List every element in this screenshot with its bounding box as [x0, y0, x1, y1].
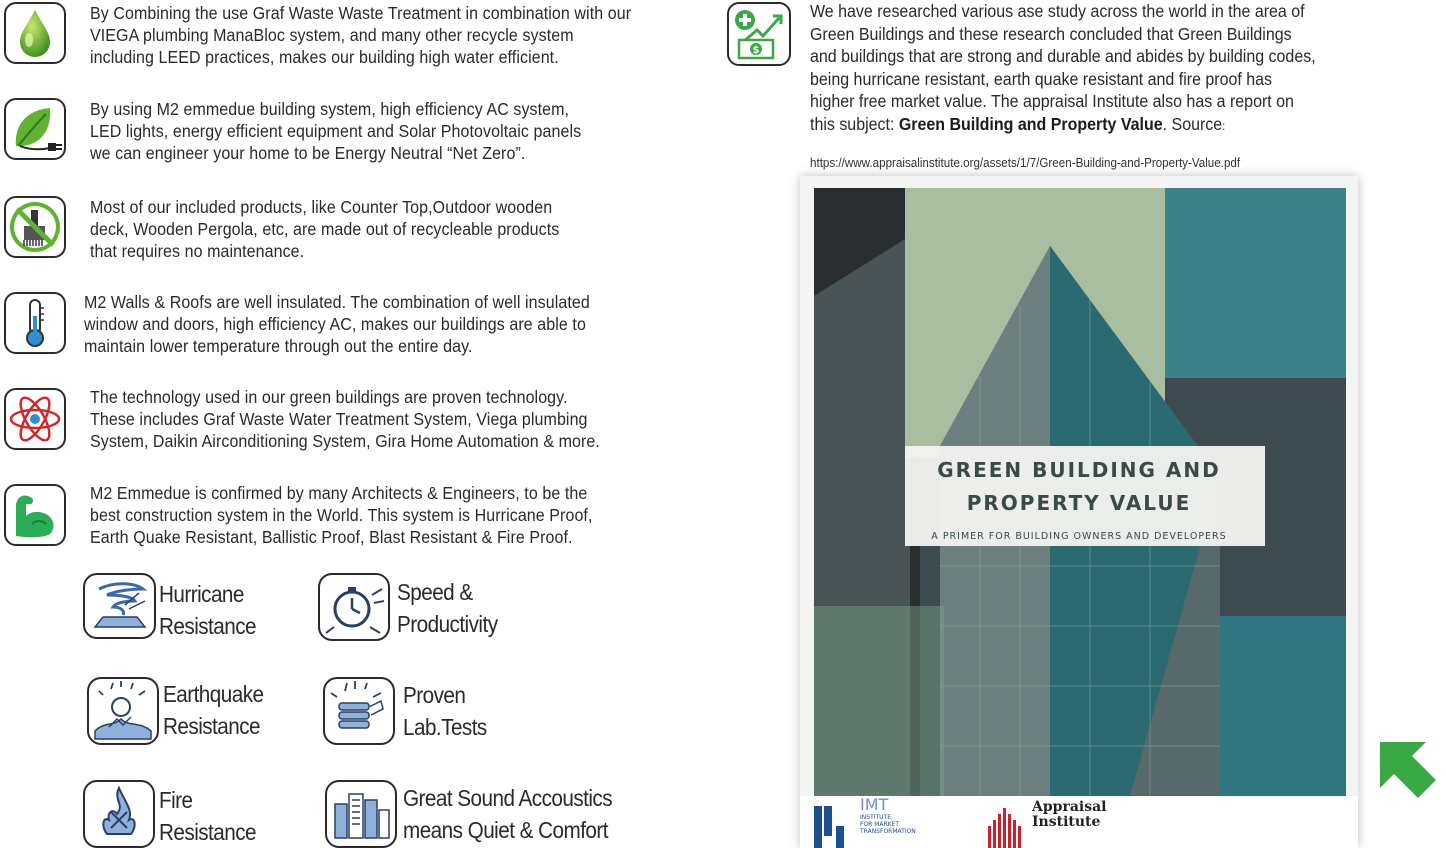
badge-label: Hurricane Resistance	[159, 581, 257, 639]
lab-test-icon	[323, 677, 395, 745]
badge-label: Proven Lab.Tests	[403, 682, 487, 740]
feature-line: M2 Emmedue is confirmed by many Architec…	[90, 483, 588, 503]
feature-text: M2 Walls & Roofs are well insulated. The…	[84, 291, 590, 357]
up-left-arrow-icon[interactable]	[1378, 740, 1438, 800]
no-paint-brush-icon	[4, 196, 66, 258]
thermometer-icon	[4, 292, 66, 354]
feature-text: The technology used in our green buildin…	[90, 386, 600, 452]
feature-line: LED lights, energy efficient equipment a…	[90, 121, 582, 141]
hurricane-icon	[83, 573, 156, 639]
appraisal-institute-logo: Appraisal Institute	[1032, 799, 1107, 830]
feature-line: that requires no maintenance.	[90, 241, 305, 261]
badge-label: Speed & Productivity	[397, 579, 498, 637]
feature-line: VIEGA plumbing ManaBloc system, and many…	[90, 25, 574, 45]
report-cover-image: GREEN BUILDING AND PROPERTY VALUE A PRIM…	[800, 176, 1358, 848]
feature-line: maintain lower temperature through out t…	[84, 336, 473, 356]
badge-label: Earthquake Resistance	[163, 681, 264, 739]
badge-label: Great Sound Accoustics means Quiet & Com…	[403, 785, 613, 843]
cover-title-line1: GREEN BUILDING AND	[937, 458, 1221, 482]
report-reference: this subject: Green Building and Propert…	[810, 113, 1226, 134]
feature-line: deck, Wooden Pergola, etc, are made out …	[90, 219, 560, 239]
leaf-plug-icon	[4, 98, 66, 160]
badge-label: Fire Resistance	[159, 787, 257, 845]
feature-line: Most of our included products, like Coun…	[90, 197, 553, 217]
earthquake-icon	[87, 677, 159, 745]
feature-text: By using M2 emmedue building system, hig…	[90, 98, 581, 164]
fire-icon	[83, 780, 155, 848]
feature-line: we can engineer your home to be Energy N…	[90, 143, 526, 163]
strong-arm-icon	[4, 484, 66, 546]
value-section-text: We have researched various ase study acr…	[810, 0, 1316, 138]
city-sound-icon	[325, 780, 397, 848]
feature-text: By Combining the use Graf Waste Waste Tr…	[90, 2, 631, 68]
cover-title-line2: PROPERTY VALUE	[966, 491, 1192, 515]
stopwatch-icon	[318, 573, 390, 641]
source-link[interactable]: https://www.appraisalinstitute.org/asset…	[810, 156, 1240, 170]
feature-line: By using M2 emmedue building system, hig…	[90, 99, 570, 119]
feature-line: The technology used in our green buildin…	[90, 387, 568, 407]
feature-text: Most of our included products, like Coun…	[90, 196, 559, 262]
feature-line: By Combining the use Graf Waste Waste Tr…	[90, 3, 632, 23]
feature-line: Earth Quake Resistant, Ballistic Proof, …	[90, 527, 573, 547]
report-title: Green Building and Property Value	[898, 113, 1163, 134]
feature-line: best construction system in the World. T…	[90, 505, 593, 525]
feature-line: M2 Walls & Roofs are well insulated. The…	[84, 292, 590, 312]
svg-text:$: $	[753, 45, 760, 56]
feature-text: M2 Emmedue is confirmed by many Architec…	[90, 482, 593, 548]
feature-line: These includes Graf Waste Water Treatmen…	[90, 409, 588, 429]
water-drop-icon	[4, 2, 66, 64]
feature-line: System, Daikin Airconditioning System, G…	[90, 431, 600, 451]
atom-icon	[4, 388, 66, 450]
imt-logo: IMT INSTITUTE FOR MARKET TRANSFORMATION	[860, 795, 916, 836]
money-growth-icon: $	[727, 2, 791, 66]
feature-line: including LEED practices, makes our buil…	[90, 47, 559, 67]
feature-line: window and doors, high efficiency AC, ma…	[84, 314, 586, 334]
cover-subtitle: A PRIMER FOR BUILDING OWNERS AND DEVELOP…	[931, 531, 1227, 542]
